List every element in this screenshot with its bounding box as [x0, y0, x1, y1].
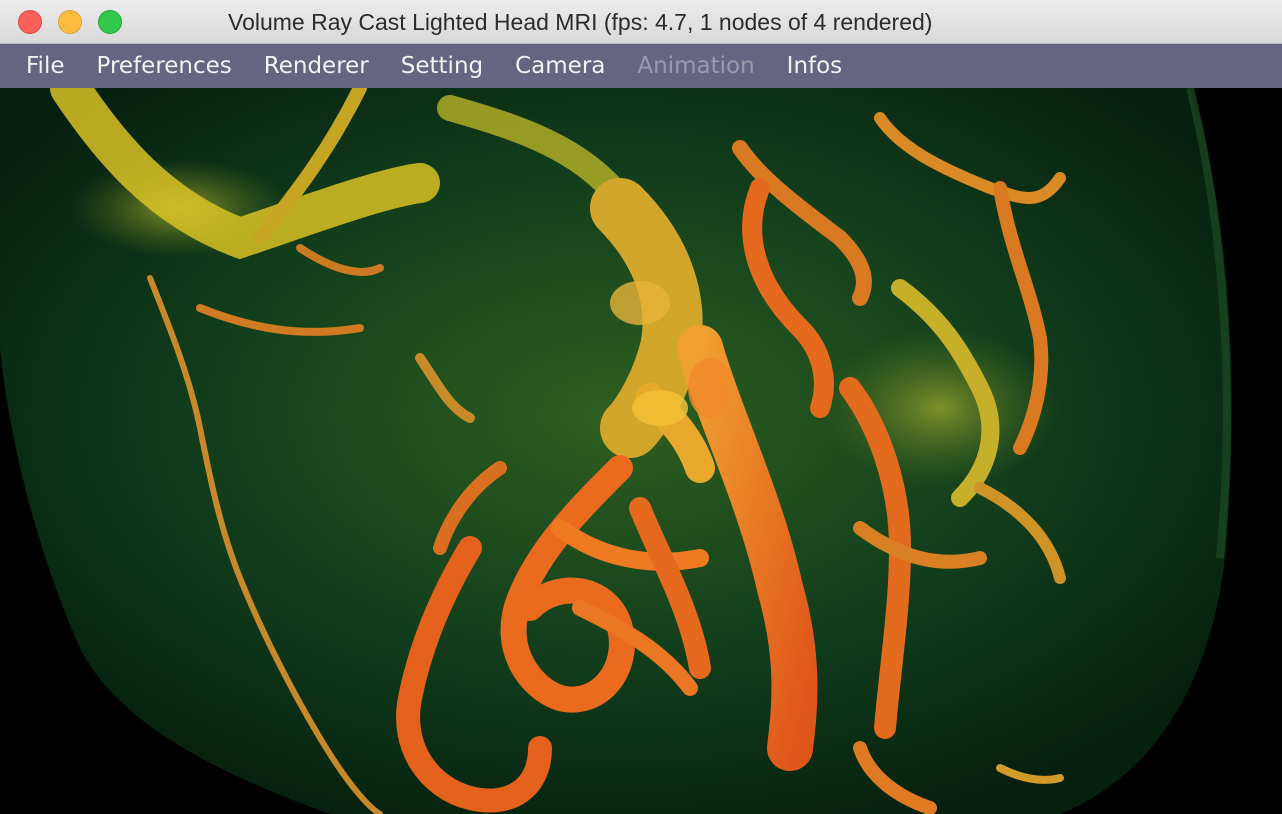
title-bar[interactable]: Volume Ray Cast Lighted Head MRI (fps: 4… [0, 0, 1282, 44]
menu-bar: File Preferences Renderer Setting Camera… [0, 44, 1282, 88]
menu-file[interactable]: File [26, 44, 65, 88]
mri-volume-render [0, 88, 1232, 814]
menu-renderer[interactable]: Renderer [264, 44, 369, 88]
minimize-window-button[interactable] [58, 10, 82, 34]
menu-infos[interactable]: Infos [787, 44, 843, 88]
menu-animation: Animation [637, 53, 755, 79]
menu-camera[interactable]: Camera [515, 44, 605, 88]
volume-render-viewport[interactable] [0, 88, 1282, 814]
window-title: Volume Ray Cast Lighted Head MRI (fps: 4… [228, 9, 933, 35]
menu-setting[interactable]: Setting [401, 44, 483, 88]
close-window-button[interactable] [18, 10, 42, 34]
zoom-window-button[interactable] [98, 10, 122, 34]
menu-preferences[interactable]: Preferences [97, 44, 232, 88]
app-window: Volume Ray Cast Lighted Head MRI (fps: 4… [0, 0, 1282, 814]
